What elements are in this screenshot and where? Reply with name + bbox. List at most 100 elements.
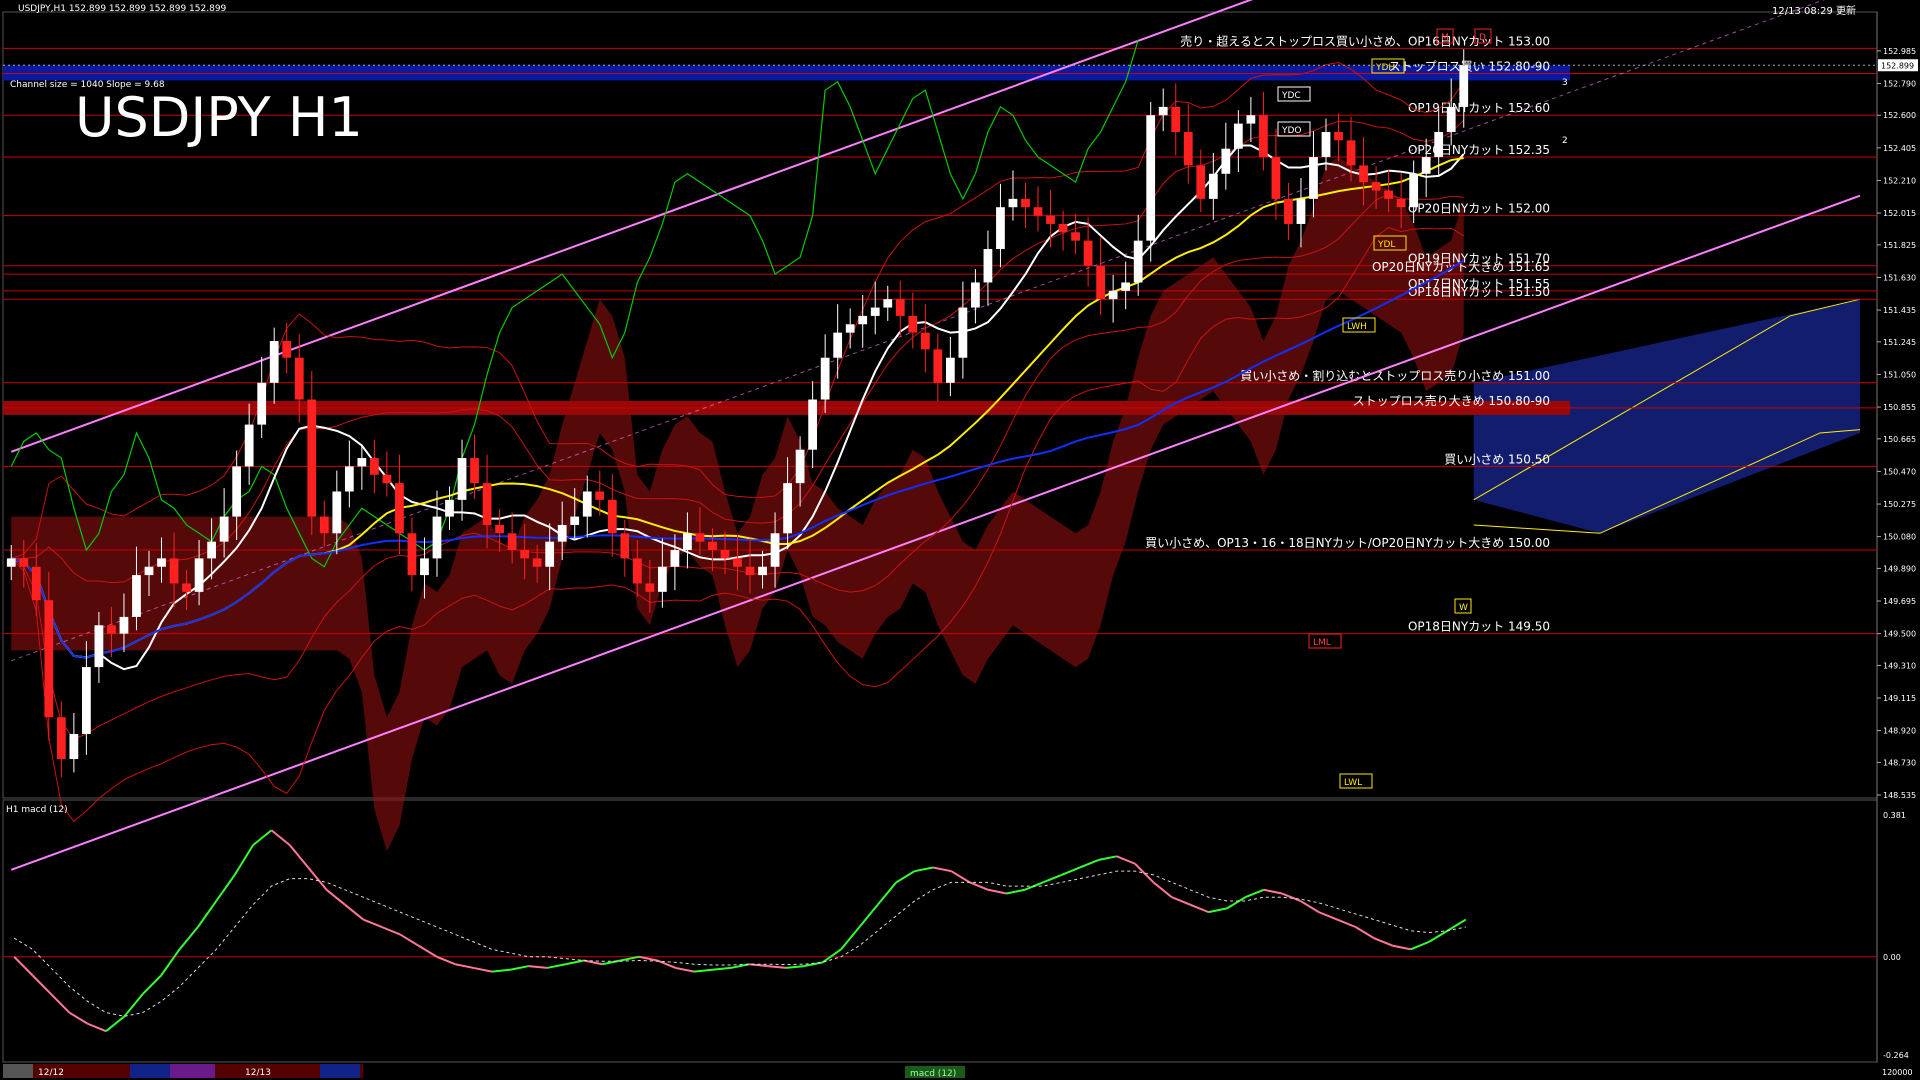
candle-up bbox=[94, 625, 104, 668]
level-label: OP20日NYカット 152.35 bbox=[1408, 143, 1550, 157]
candle-up bbox=[1309, 157, 1318, 199]
candle-up bbox=[1409, 173, 1419, 208]
y-tick-label: 148.920 bbox=[1883, 727, 1916, 736]
y-tick-label: 148.730 bbox=[1883, 758, 1916, 767]
candle-up bbox=[1446, 106, 1456, 132]
candle-up bbox=[132, 575, 141, 617]
candle-down bbox=[933, 349, 943, 383]
candle-down bbox=[920, 332, 930, 350]
tag-label: LML bbox=[1313, 638, 1331, 648]
candle-down bbox=[1284, 198, 1293, 224]
candle-down bbox=[620, 533, 630, 559]
candle-down bbox=[319, 516, 329, 534]
footer-seg-1 bbox=[3, 1064, 33, 1078]
candle-down bbox=[1183, 131, 1193, 166]
candle-down bbox=[720, 550, 730, 559]
candle-down bbox=[745, 566, 755, 576]
volume-label: 120000 bbox=[1882, 1068, 1913, 1077]
y-tick-label: 150.080 bbox=[1883, 533, 1916, 542]
candle-up bbox=[582, 491, 592, 517]
symbol-info: USDJPY,H1 152.899 152.899 152.899 152.89… bbox=[18, 4, 227, 14]
candle-down bbox=[1083, 240, 1093, 266]
candle-down bbox=[19, 558, 29, 567]
candle-up bbox=[357, 458, 367, 467]
candle-down bbox=[382, 474, 392, 484]
candle-down bbox=[31, 566, 41, 601]
candle-down bbox=[1196, 165, 1206, 199]
candle-up bbox=[332, 491, 342, 534]
y-tick-label: 149.890 bbox=[1883, 564, 1916, 573]
candle-up bbox=[1459, 65, 1469, 107]
candle-down bbox=[1058, 223, 1068, 233]
candle-down bbox=[520, 550, 530, 559]
candle-up bbox=[570, 516, 580, 525]
tag-label: 2 bbox=[1562, 136, 1568, 146]
y-tick-label: 151.050 bbox=[1883, 370, 1916, 379]
y-tick-label: 150.470 bbox=[1883, 467, 1916, 476]
candle-up bbox=[845, 324, 855, 333]
y-tick-label: 151.435 bbox=[1883, 306, 1916, 315]
candle-down bbox=[595, 491, 605, 500]
candle-up bbox=[983, 249, 993, 283]
candle-up bbox=[69, 733, 79, 760]
y-tick-label: 152.015 bbox=[1883, 209, 1916, 218]
candle-up bbox=[1296, 198, 1306, 224]
y-tick-label: 149.695 bbox=[1883, 597, 1916, 606]
candle-down bbox=[44, 600, 54, 718]
candle-down bbox=[908, 315, 918, 333]
level-label: ストップロス売り大きめ 150.80-90 bbox=[1353, 393, 1550, 408]
candle-up bbox=[770, 533, 780, 567]
candle-down bbox=[1371, 182, 1381, 191]
y-tick-label: 149.500 bbox=[1883, 630, 1916, 639]
candle-up bbox=[958, 307, 968, 358]
datetime-label: 12/13 08:29 更新 bbox=[1772, 4, 1856, 17]
candle-up bbox=[232, 466, 242, 517]
y-tick-label: 152.210 bbox=[1883, 176, 1916, 185]
candle-up bbox=[269, 340, 279, 383]
candle-up bbox=[144, 566, 154, 576]
candle-up bbox=[883, 299, 893, 308]
level-label: OP18日NYカット 151.50 bbox=[1408, 285, 1550, 299]
level-label: OP20日NYカット 152.00 bbox=[1408, 202, 1550, 216]
footer-seg-2 bbox=[130, 1064, 170, 1078]
macd-y-tick: 0.00 bbox=[1883, 953, 1901, 962]
candle-down bbox=[1096, 265, 1106, 300]
y-tick-label: 152.985 bbox=[1883, 47, 1916, 56]
candle-up bbox=[1158, 106, 1168, 116]
y-tick-label: 150.665 bbox=[1883, 435, 1916, 444]
candle-down bbox=[895, 299, 905, 316]
candle-down bbox=[1271, 157, 1281, 199]
candle-up bbox=[432, 516, 442, 559]
level-label: 買い小さめ 150.50 bbox=[1444, 452, 1550, 466]
candle-up bbox=[1208, 173, 1218, 199]
level-label: 買い小さめ・割り込むとストップロス売り小さめ 151.00 bbox=[1240, 368, 1550, 383]
candle-up bbox=[971, 282, 980, 308]
level-label: 買い小さめ、OP13・16・18日NYカット/OP20日NYカット大きめ 150… bbox=[1145, 536, 1550, 550]
macd-tab-label[interactable]: macd (12) bbox=[910, 1069, 956, 1079]
candle-down bbox=[695, 533, 705, 542]
candle-up bbox=[257, 382, 267, 425]
candle-up bbox=[82, 667, 91, 734]
candle-down bbox=[282, 340, 292, 358]
candle-up bbox=[6, 558, 16, 567]
candle-up bbox=[194, 558, 204, 592]
macd-y-tick: 0.381 bbox=[1883, 811, 1906, 820]
big-title: USDJPY H1 bbox=[75, 86, 363, 149]
candle-down bbox=[1259, 115, 1268, 158]
candle-up bbox=[795, 449, 805, 484]
candle-down bbox=[1346, 140, 1356, 166]
candle-down bbox=[470, 458, 479, 484]
candle-down bbox=[733, 558, 742, 567]
candle-up bbox=[783, 483, 792, 534]
y-tick-label: 151.245 bbox=[1883, 338, 1916, 347]
candle-up bbox=[457, 458, 467, 500]
candle-up bbox=[758, 566, 767, 576]
candle-down bbox=[1384, 190, 1393, 199]
tag-label: YDC bbox=[1281, 91, 1301, 101]
tag-label: M bbox=[1441, 33, 1449, 43]
tag-label: YDL bbox=[1377, 240, 1395, 250]
candle-up bbox=[207, 541, 216, 559]
candle-up bbox=[1233, 123, 1243, 149]
candle-up bbox=[219, 516, 229, 542]
candle-down bbox=[1033, 207, 1043, 216]
